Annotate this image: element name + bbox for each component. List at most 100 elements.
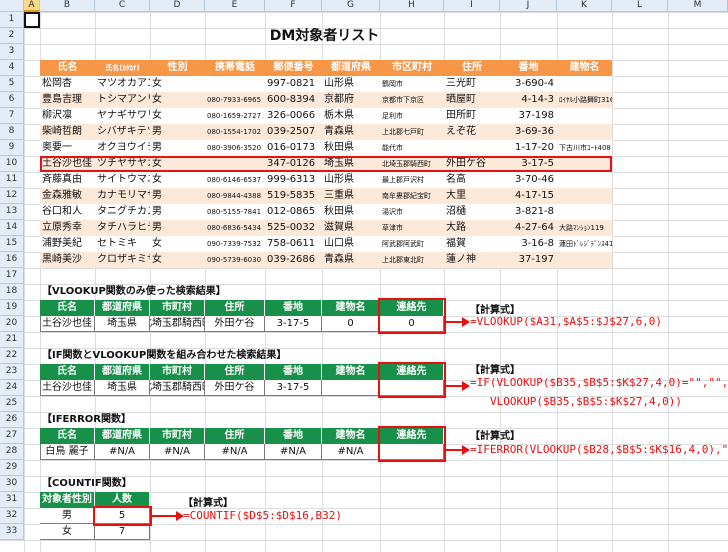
row-header-2[interactable]: 2 xyxy=(0,28,24,44)
row-header-6[interactable]: 6 xyxy=(0,92,24,108)
master-cell[interactable]: 大路 xyxy=(444,220,500,236)
master-cell[interactable]: 栃木県 xyxy=(322,108,380,124)
master-cell[interactable] xyxy=(444,140,500,156)
master-cell[interactable]: えぞ花 xyxy=(444,124,500,140)
master-cell[interactable]: 鶴岡市 xyxy=(380,76,444,92)
master-cell[interactable]: 男 xyxy=(150,140,205,156)
master-cell[interactable]: 4-14-3 xyxy=(500,92,557,108)
if-vlookup-value-4[interactable]: 3-17-5 xyxy=(265,380,322,396)
master-cell[interactable]: 松岡杏 xyxy=(40,76,95,92)
column-header-e[interactable]: E xyxy=(205,0,265,12)
master-cell[interactable]: 柴崎哲朗 xyxy=(40,124,95,140)
master-cell[interactable]: 3-69-36 xyxy=(500,124,557,140)
column-header-a[interactable]: A xyxy=(24,0,40,12)
master-cell[interactable]: 女 xyxy=(150,252,205,268)
master-cell[interactable]: 最上郡戸沢村 xyxy=(380,172,444,188)
master-cell[interactable] xyxy=(557,124,612,140)
master-cell[interactable] xyxy=(557,108,612,124)
master-cell[interactable]: クロザキミサ xyxy=(95,252,150,268)
row-header-17[interactable]: 17 xyxy=(0,268,24,284)
row-header-29[interactable]: 29 xyxy=(0,460,24,476)
master-cell[interactable]: 男 xyxy=(150,124,205,140)
column-header-g[interactable]: G xyxy=(322,0,380,12)
master-cell[interactable]: 阿武郡阿武町 xyxy=(380,236,444,252)
master-cell[interactable]: 豊島吉理 xyxy=(40,92,95,108)
row-header-14[interactable]: 14 xyxy=(0,220,24,236)
master-cell[interactable]: カナモリマサトシ xyxy=(95,188,150,204)
master-cell[interactable]: サイトウマユ xyxy=(95,172,150,188)
vlookup-value-0[interactable]: 土谷沙也佳 xyxy=(40,316,95,332)
countif-cell[interactable]: 男 xyxy=(40,508,95,524)
master-cell[interactable]: セトミキ xyxy=(95,236,150,252)
master-cell[interactable]: 039-2507 xyxy=(265,124,322,140)
master-cell[interactable]: 金森雅敏 xyxy=(40,188,95,204)
master-cell[interactable]: 37-198 xyxy=(500,108,557,124)
master-cell[interactable]: 蓮田ﾄﾞﾚｼﾞﾃﾞﾝｽ418 xyxy=(557,236,612,252)
master-cell[interactable] xyxy=(205,76,265,92)
master-cell[interactable]: 326-0066 xyxy=(265,108,322,124)
countif-cell[interactable]: 7 xyxy=(95,524,150,540)
master-cell[interactable] xyxy=(557,172,612,188)
row-header-19[interactable]: 19 xyxy=(0,300,24,316)
row-header-13[interactable]: 13 xyxy=(0,204,24,220)
master-cell[interactable]: 三光町 xyxy=(444,76,500,92)
column-header-k[interactable]: K xyxy=(557,0,612,12)
master-cell[interactable]: 039-2686 xyxy=(265,252,322,268)
master-cell[interactable]: 女 xyxy=(150,92,205,108)
row-header-15[interactable]: 15 xyxy=(0,236,24,252)
master-cell[interactable]: 南牟婁郡紀宝町 xyxy=(380,188,444,204)
if-vlookup-value-1[interactable]: 埼玉県 xyxy=(95,380,150,396)
master-cell[interactable]: 男 xyxy=(150,204,205,220)
master-cell[interactable]: 080-6146-6537 xyxy=(205,172,265,188)
row-header-28[interactable]: 28 xyxy=(0,444,24,460)
active-cell-a1[interactable] xyxy=(24,12,40,28)
master-cell[interactable]: 草津市 xyxy=(380,220,444,236)
master-cell[interactable]: 090-7339-7532 xyxy=(205,236,265,252)
row-header-12[interactable]: 12 xyxy=(0,188,24,204)
countif-cell[interactable]: 女 xyxy=(40,524,95,540)
master-cell[interactable]: マツオカアン xyxy=(95,76,150,92)
master-cell[interactable]: 3-690-4 xyxy=(500,76,557,92)
master-cell[interactable]: 黒崎美沙 xyxy=(40,252,95,268)
row-header-1[interactable]: 1 xyxy=(0,12,24,28)
master-cell[interactable]: 016-0173 xyxy=(265,140,322,156)
master-cell[interactable]: 525-0032 xyxy=(265,220,322,236)
master-cell[interactable]: 080-7933-6965 xyxy=(205,92,265,108)
if-vlookup-value-5[interactable] xyxy=(322,380,380,396)
master-cell[interactable]: 080-5155-7841 xyxy=(205,204,265,220)
master-cell[interactable]: 男 xyxy=(150,220,205,236)
row-header-32[interactable]: 32 xyxy=(0,508,24,524)
row-header-20[interactable]: 20 xyxy=(0,316,24,332)
master-cell[interactable]: 京都府 xyxy=(322,92,380,108)
row-header-25[interactable]: 25 xyxy=(0,396,24,412)
master-cell[interactable]: 湯沢市 xyxy=(380,204,444,220)
master-cell[interactable]: 080-1659-2727 xyxy=(205,108,265,124)
row-header-4[interactable]: 4 xyxy=(0,60,24,76)
row-header-10[interactable]: 10 xyxy=(0,156,24,172)
master-cell[interactable]: 晒屋町 xyxy=(444,92,500,108)
row-header-21[interactable]: 21 xyxy=(0,332,24,348)
master-cell[interactable]: 女 xyxy=(150,76,205,92)
master-cell[interactable]: 女 xyxy=(150,108,205,124)
master-cell[interactable]: 女 xyxy=(150,172,205,188)
column-header-l[interactable]: L xyxy=(612,0,668,12)
master-cell[interactable]: 滋賀県 xyxy=(322,220,380,236)
spreadsheet[interactable]: A B C D E F G H I J K L M 1 2 3 4 5 6 7 8 9 10 11 12 13 14 15 16 17 18… xyxy=(0,0,728,552)
master-cell[interactable]: 3-16-8 xyxy=(500,236,557,252)
column-header-m[interactable]: M xyxy=(668,0,728,12)
master-cell[interactable]: シバザキテツロウ xyxy=(95,124,150,140)
row-header-33[interactable]: 33 xyxy=(0,524,24,540)
master-cell[interactable]: 京都市下京区 xyxy=(380,92,444,108)
row-header-7[interactable]: 7 xyxy=(0,108,24,124)
master-cell[interactable]: 男 xyxy=(150,188,205,204)
master-cell[interactable]: 山形県 xyxy=(322,76,380,92)
master-cell[interactable]: 012-0865 xyxy=(265,204,322,220)
iferror-value-5[interactable]: #N/A xyxy=(322,444,380,460)
master-cell[interactable]: 能代市 xyxy=(380,140,444,156)
master-cell[interactable]: オクヨウイチ xyxy=(95,140,150,156)
iferror-value-1[interactable]: #N/A xyxy=(95,444,150,460)
master-cell[interactable] xyxy=(557,188,612,204)
row-header-23[interactable]: 23 xyxy=(0,364,24,380)
master-cell[interactable]: 浦野美紀 xyxy=(40,236,95,252)
master-cell[interactable]: 下古川市ｺｰﾄ408 xyxy=(557,140,612,156)
